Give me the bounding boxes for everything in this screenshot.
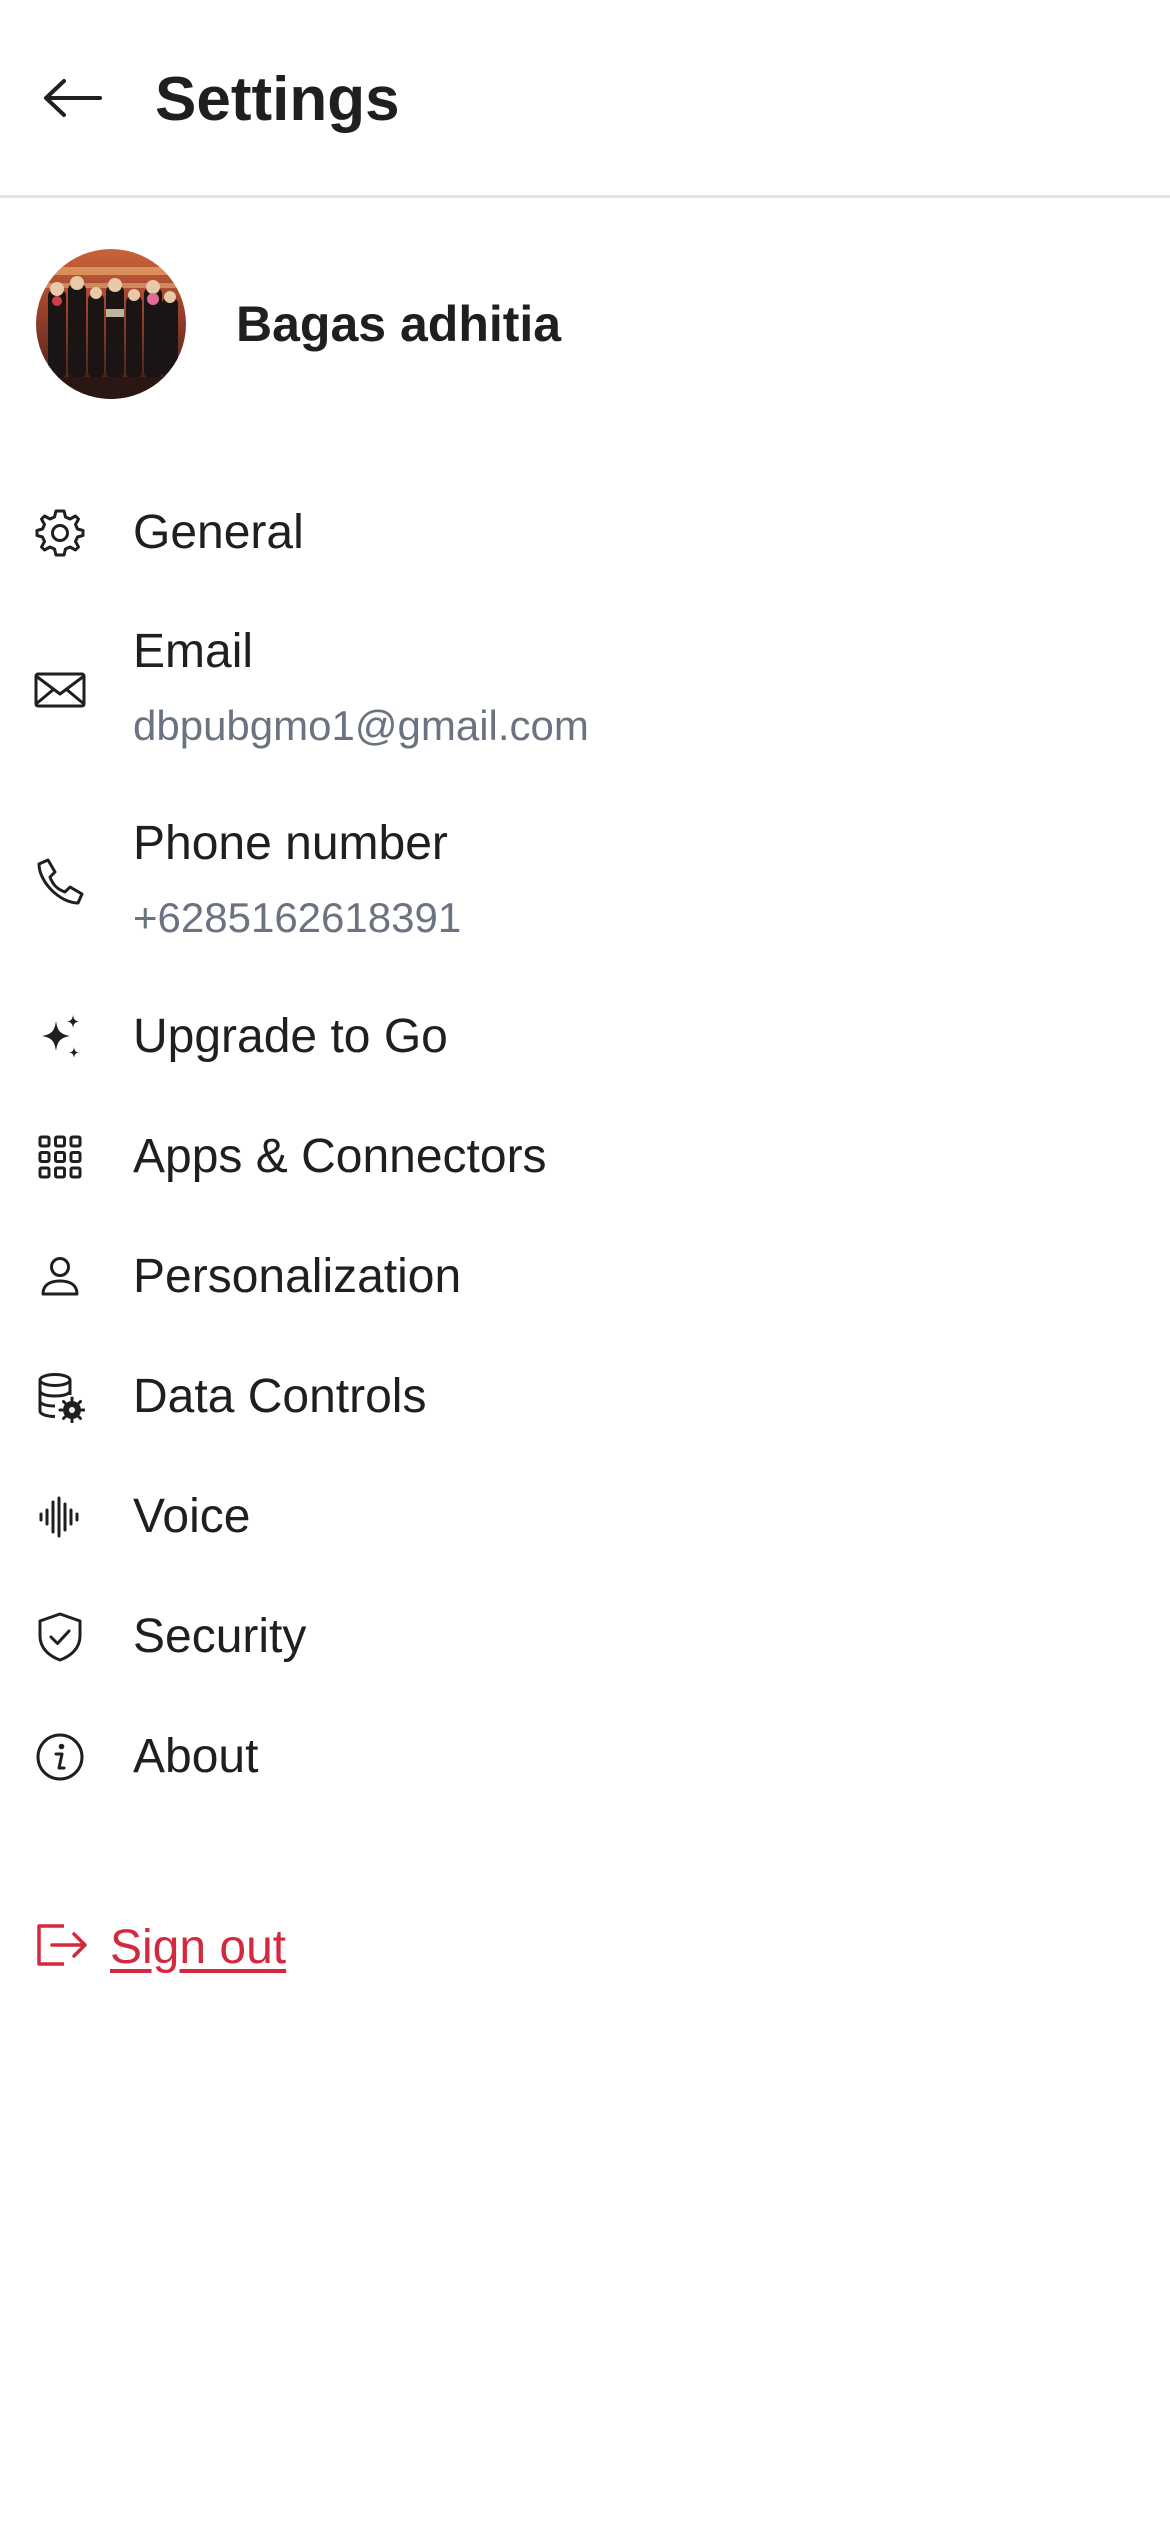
shield-check-icon [32,1609,88,1665]
menu-item-apps[interactable]: Apps & Connectors [0,1122,1170,1192]
avatar [36,249,186,399]
menu-label-voice: Voice [133,1490,251,1543]
menu-item-upgrade[interactable]: Upgrade to Go [0,1002,1170,1072]
sign-out-label[interactable]: Sign out [110,1920,286,1975]
menu-item-phone[interactable]: Phone number +6285162618391 [0,812,1170,952]
profile-name: Bagas adhitia [236,296,562,352]
waveform-icon [32,1489,88,1545]
menu-item-about[interactable]: About [0,1722,1170,1792]
menu-item-email[interactable]: Email dbpubgmo1@gmail.com [0,620,1170,760]
back-button[interactable] [36,64,108,136]
menu-item-data-controls[interactable]: Data Controls [0,1362,1170,1432]
menu-label-personalization: Personalization [133,1250,462,1303]
menu-label-about: About [133,1730,259,1783]
menu-label-apps: Apps & Connectors [133,1130,547,1183]
menu-label-security: Security [133,1610,307,1663]
menu-label-upgrade: Upgrade to Go [133,1010,448,1063]
sign-out-icon [34,1920,90,1975]
info-icon [32,1729,88,1785]
menu-item-general[interactable]: General [0,498,1170,568]
database-gear-icon [32,1369,88,1425]
email-value: dbpubgmo1@gmail.com [133,702,589,749]
menu-label-general: General [133,506,304,559]
menu-label-data-controls: Data Controls [133,1370,427,1423]
profile-row[interactable]: Bagas adhitia [36,249,561,399]
menu-label-email: Email [133,625,254,678]
sign-out-button[interactable]: Sign out [34,1912,286,1982]
menu-item-security[interactable]: Security [0,1602,1170,1672]
phone-icon [32,854,88,910]
header: Settings [0,0,1170,198]
sparkles-icon [32,1009,88,1065]
phone-value: +6285162618391 [133,894,462,941]
menu-item-personalization[interactable]: Personalization [0,1242,1170,1312]
menu-label-phone: Phone number [133,817,448,870]
person-icon [32,1249,88,1305]
gear-icon [32,505,88,561]
arrow-left-icon [40,78,104,123]
grid-icon [32,1129,88,1185]
page-title: Settings [155,65,400,134]
envelope-icon [32,662,88,718]
menu-item-voice[interactable]: Voice [0,1482,1170,1552]
